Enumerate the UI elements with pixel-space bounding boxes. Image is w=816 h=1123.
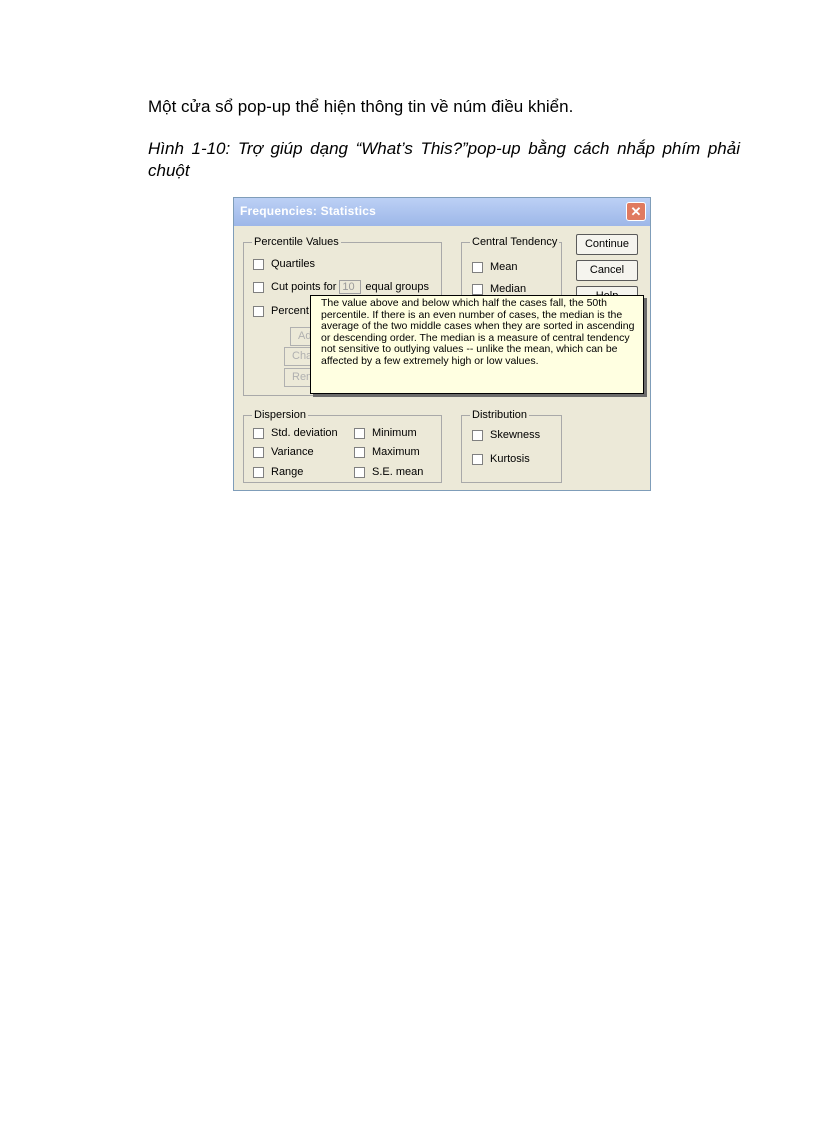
- close-icon[interactable]: ✕: [626, 202, 646, 221]
- range-option[interactable]: Range: [253, 465, 303, 479]
- variance-label: Variance: [271, 446, 314, 458]
- kurtosis-label: Kurtosis: [490, 453, 530, 465]
- dialog-titlebar: Frequencies: Statistics ✕: [234, 198, 650, 226]
- se-mean-checkbox[interactable]: [354, 466, 365, 478]
- mean-option[interactable]: Mean: [472, 260, 518, 274]
- maximum-option[interactable]: Maximum: [354, 445, 420, 459]
- mean-checkbox[interactable]: [472, 261, 483, 273]
- variance-option[interactable]: Variance: [253, 445, 314, 459]
- variance-checkbox[interactable]: [253, 446, 264, 458]
- cut-points-checkbox[interactable]: [253, 281, 264, 293]
- distribution-group: Distribution: [461, 408, 562, 483]
- cut-points-label: Cut points for: [271, 281, 337, 293]
- minimum-label: Minimum: [372, 427, 417, 439]
- central-tendency-label: Central Tendency: [470, 235, 560, 249]
- median-label: Median: [490, 283, 527, 295]
- percentile-values-label: Percentile Values: [252, 235, 341, 249]
- dispersion-label: Dispersion: [252, 408, 308, 422]
- kurtosis-option[interactable]: Kurtosis: [472, 452, 530, 466]
- quartiles-label: Quartiles: [271, 258, 316, 270]
- cut-points-option[interactable]: Cut points for 10 equal groups: [253, 280, 429, 294]
- std-deviation-option[interactable]: Std. deviation: [253, 426, 338, 440]
- se-mean-option[interactable]: S.E. mean: [354, 465, 423, 479]
- percentiles-label: Percentile(s):: [271, 305, 309, 317]
- median-checkbox[interactable]: [472, 283, 483, 295]
- kurtosis-checkbox[interactable]: [472, 453, 483, 465]
- skewness-option[interactable]: Skewness: [472, 428, 540, 442]
- quartiles-checkbox[interactable]: [253, 258, 264, 270]
- skewness-checkbox[interactable]: [472, 429, 483, 441]
- skewness-label: Skewness: [490, 429, 541, 441]
- equal-groups-label: equal groups: [365, 281, 430, 293]
- se-mean-label: S.E. mean: [372, 466, 424, 478]
- range-label: Range: [271, 466, 304, 478]
- std-deviation-checkbox[interactable]: [253, 427, 264, 439]
- minimum-checkbox[interactable]: [354, 427, 365, 439]
- median-option[interactable]: Median: [472, 282, 526, 296]
- continue-button[interactable]: Continue: [576, 234, 638, 255]
- cut-points-input[interactable]: 10: [339, 280, 362, 294]
- maximum-label: Maximum: [372, 446, 420, 458]
- document-paragraph: Một cửa sổ pop-up thể hiện thông tin về …: [148, 97, 574, 116]
- dialog-title: Frequencies: Statistics: [240, 204, 376, 218]
- figure-caption: Hình 1-10: Trợ giúp dạng “What’s This?”p…: [148, 139, 740, 180]
- std-deviation-label: Std. deviation: [271, 427, 338, 439]
- minimum-option[interactable]: Minimum: [354, 426, 417, 440]
- percentiles-checkbox[interactable]: [253, 305, 264, 317]
- mean-label: Mean: [490, 261, 518, 273]
- cancel-button[interactable]: Cancel: [576, 260, 638, 281]
- percentiles-option[interactable]: Percentile(s):: [253, 304, 309, 318]
- range-checkbox[interactable]: [253, 466, 264, 478]
- whats-this-tooltip: The value above and below which half the…: [310, 295, 644, 394]
- distribution-label: Distribution: [470, 408, 530, 422]
- quartiles-option[interactable]: Quartiles: [253, 257, 315, 271]
- maximum-checkbox[interactable]: [354, 446, 365, 458]
